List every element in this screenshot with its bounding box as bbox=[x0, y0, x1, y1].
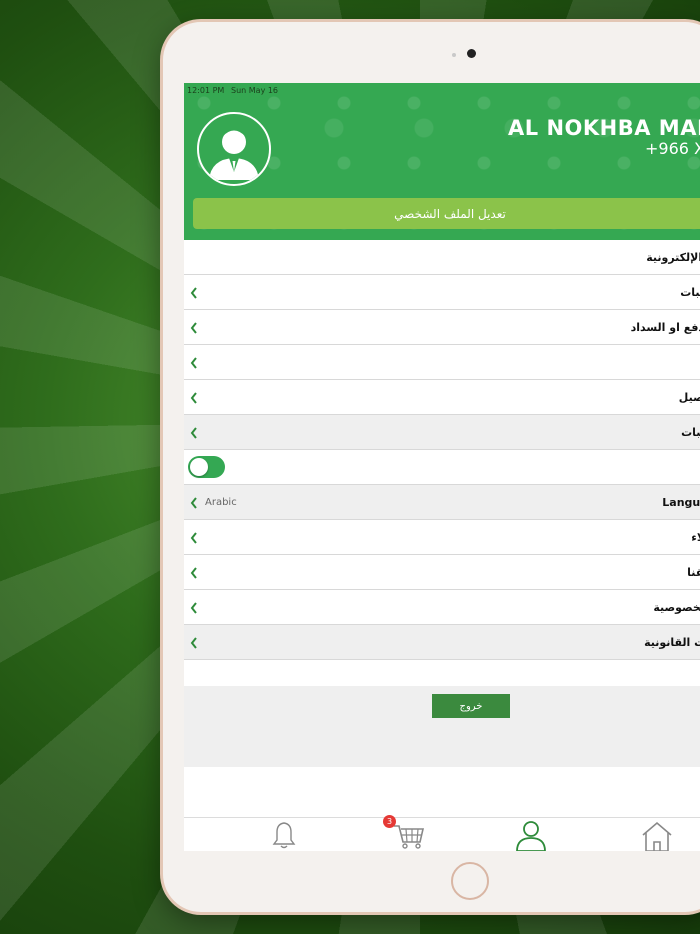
camera-icon bbox=[467, 49, 476, 58]
chevron-left-icon bbox=[189, 320, 199, 334]
toggle-knob bbox=[190, 458, 208, 476]
chevron-left-icon bbox=[189, 530, 199, 544]
menu-row-label: الطلبات bbox=[680, 286, 700, 299]
home-icon[interactable] bbox=[640, 820, 674, 851]
chevron-left-icon bbox=[189, 495, 199, 509]
menu-row-value: Arabic bbox=[205, 497, 237, 508]
chevron-left-icon bbox=[189, 600, 199, 614]
chevron-left-icon bbox=[189, 425, 199, 439]
menu-row[interactable]: الرغبات bbox=[184, 415, 700, 450]
menu-row[interactable]: وفّر bbox=[184, 345, 700, 380]
status-time: 12:01 PM bbox=[187, 86, 225, 95]
menu-row[interactable]: لعملاء bbox=[184, 520, 700, 555]
menu-row[interactable]: طة الإلكترونية bbox=[184, 240, 700, 275]
chevron-left-icon bbox=[189, 285, 199, 299]
menu-row-label: ة الدفع او السداد bbox=[630, 321, 700, 334]
notifications-toggle[interactable] bbox=[188, 456, 225, 478]
menu-row[interactable]: ومات القانونية bbox=[184, 625, 700, 660]
person-icon bbox=[209, 129, 259, 180]
home-button[interactable] bbox=[451, 862, 489, 900]
menu-row[interactable]: ة الدفع او السداد bbox=[184, 310, 700, 345]
chevron-left-icon bbox=[189, 565, 199, 579]
menu-row-label: Language bbox=[662, 496, 700, 509]
avatar[interactable] bbox=[197, 112, 271, 186]
menu-row-label: طبيقنا bbox=[687, 566, 700, 579]
store-name: AL NOKHBA MAR bbox=[508, 116, 700, 140]
settings-menu: طة الإلكترونية الطلبات ة الدفع او السداد وف… bbox=[184, 240, 700, 660]
menu-row[interactable]: رات bbox=[184, 450, 700, 485]
menu-row[interactable]: النوصيل bbox=[184, 380, 700, 415]
menu-row-label: الرغبات bbox=[681, 426, 700, 439]
cart-badge: 3 bbox=[383, 815, 396, 828]
profile-header: 12:01 PM Sun May 16 AL NOKHBA MAR +966 X… bbox=[184, 83, 700, 240]
menu-row[interactable]: ـة الخصوصية bbox=[184, 590, 700, 625]
menu-row-label: النوصيل bbox=[678, 391, 700, 404]
menu-row-label: لعملاء bbox=[691, 531, 700, 544]
tablet-frame: 12:01 PM Sun May 16 AL NOKHBA MAR +966 X… bbox=[163, 22, 700, 912]
sensor-dot bbox=[452, 53, 456, 57]
cart-icon[interactable] bbox=[392, 820, 426, 850]
logout-area: خروج bbox=[184, 686, 700, 767]
tab-bar: 3 bbox=[184, 815, 700, 851]
phone-number: +966 X bbox=[645, 139, 700, 158]
edit-profile-button[interactable]: تعديل الملف الشخصي bbox=[193, 198, 700, 229]
chevron-left-icon bbox=[189, 635, 199, 649]
menu-row-label: ـة الخصوصية bbox=[653, 601, 700, 614]
menu-row-label: طة الإلكترونية bbox=[646, 251, 700, 264]
menu-row[interactable]: الطلبات bbox=[184, 275, 700, 310]
bell-icon[interactable] bbox=[272, 820, 296, 850]
status-date: Sun May 16 bbox=[231, 86, 279, 95]
chevron-left-icon bbox=[189, 355, 199, 369]
menu-row[interactable]: Language Arabic bbox=[184, 485, 700, 520]
menu-row[interactable]: طبيقنا bbox=[184, 555, 700, 590]
logout-button[interactable]: خروج bbox=[432, 694, 510, 718]
user-icon[interactable] bbox=[514, 820, 548, 851]
menu-row-label: ومات القانونية bbox=[644, 636, 700, 649]
chevron-left-icon bbox=[189, 390, 199, 404]
app-screen: 12:01 PM Sun May 16 AL NOKHBA MAR +966 X… bbox=[184, 83, 700, 851]
